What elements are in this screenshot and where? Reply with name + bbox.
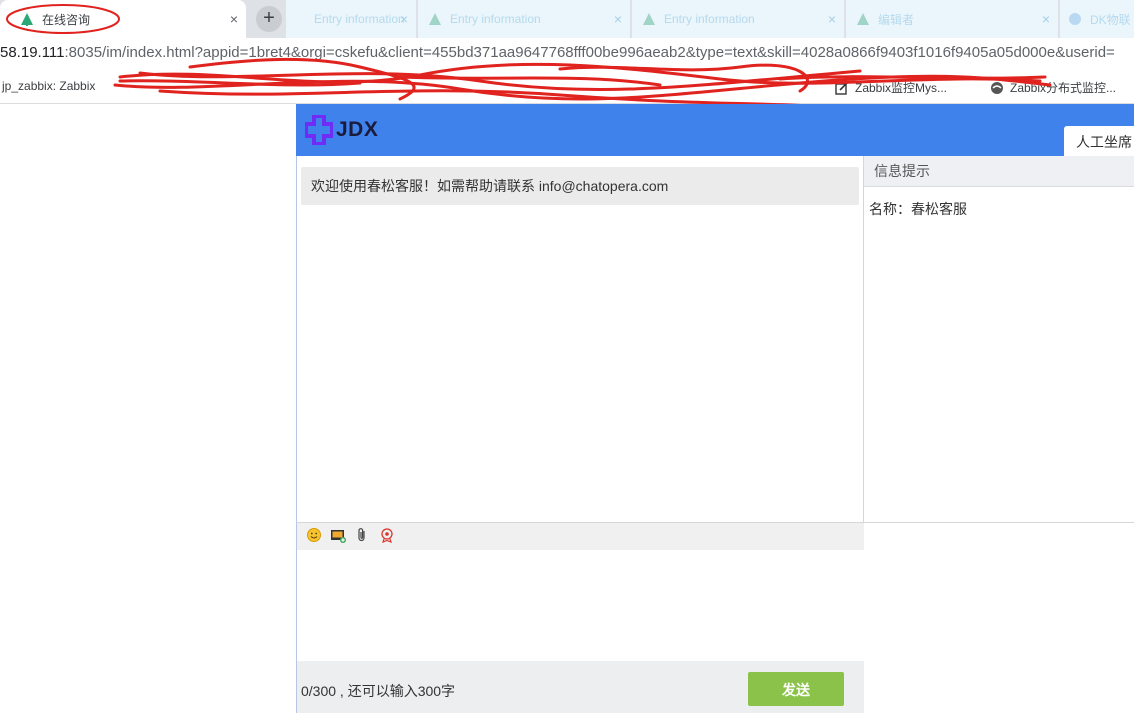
info-panel-title: 信息提示 bbox=[864, 156, 1134, 187]
message-input[interactable] bbox=[297, 550, 864, 661]
tab-entry-information-2[interactable]: Entry information × bbox=[418, 0, 630, 38]
tree-favicon-icon bbox=[643, 13, 655, 25]
tab-title: Entry information bbox=[314, 12, 405, 26]
circle-favicon-icon bbox=[1069, 13, 1081, 25]
bookmark-label: jp_zabbix: Zabbix bbox=[2, 79, 96, 93]
logo-text: JDX bbox=[336, 118, 379, 141]
tab-dk[interactable]: DK物联 bbox=[1060, 0, 1134, 38]
close-tab-icon[interactable]: × bbox=[230, 11, 238, 27]
jdx-logo-icon bbox=[305, 115, 333, 145]
attachment-icon[interactable] bbox=[354, 527, 370, 543]
tab-entry-information-1[interactable]: Entry information × bbox=[286, 0, 416, 38]
new-tab-button[interactable]: + bbox=[256, 6, 282, 32]
tab-entry-information-3[interactable]: Entry information × bbox=[632, 0, 844, 38]
welcome-message: 欢迎使用春松客服！如需帮助请联系 info@chatopera.com bbox=[301, 167, 859, 205]
app-header bbox=[296, 104, 1134, 156]
red-annotation-circle bbox=[6, 4, 120, 34]
char-counter: 0/300 , 还可以输入300字 bbox=[301, 683, 456, 699]
info-panel-separator bbox=[864, 522, 1134, 523]
rate-icon[interactable] bbox=[379, 527, 395, 543]
close-tab-icon[interactable]: × bbox=[828, 11, 836, 27]
tab-title: Entry information bbox=[664, 12, 755, 26]
send-button[interactable]: 发送 bbox=[748, 672, 844, 706]
close-tab-icon[interactable]: × bbox=[614, 11, 622, 27]
image-icon[interactable] bbox=[330, 527, 346, 543]
tree-favicon-icon bbox=[857, 13, 869, 25]
close-tab-icon[interactable]: × bbox=[1042, 11, 1050, 27]
tab-title: DK物联 bbox=[1090, 12, 1131, 27]
emoji-icon[interactable] bbox=[306, 527, 322, 543]
tab-human-agent[interactable]: 人工坐席 bbox=[1064, 126, 1134, 156]
info-name-line: 名称：春松客服 bbox=[869, 201, 967, 217]
tab-editor[interactable]: 编辑者 × bbox=[846, 0, 1058, 38]
chat-message-area bbox=[296, 156, 864, 522]
tab-title: Entry information bbox=[450, 12, 541, 26]
close-tab-icon[interactable]: × bbox=[400, 11, 408, 27]
message-input-area[interactable] bbox=[296, 550, 864, 661]
tab-title: 编辑者 bbox=[878, 12, 915, 27]
bookmark-jp-zabbix[interactable]: jp_zabbix: Zabbix bbox=[2, 79, 95, 93]
tree-favicon-icon bbox=[429, 13, 441, 25]
